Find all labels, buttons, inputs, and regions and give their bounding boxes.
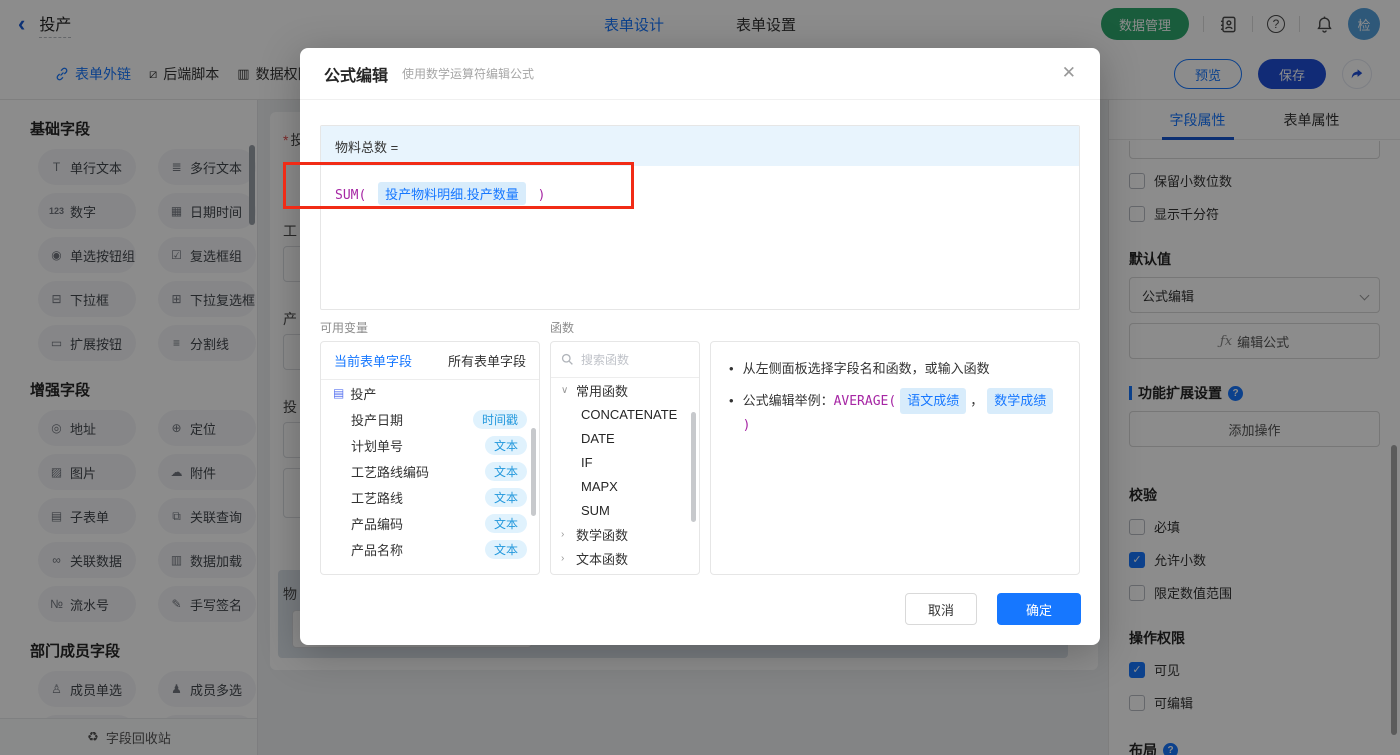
field-type-tag: 文本 <box>484 539 527 559</box>
cancel-button[interactable]: 取消 <box>905 593 977 625</box>
functions-panel: ∨ 常用函数 CONCATENATE DATE IF MAPX SUM › 数学… <box>550 341 700 575</box>
modal-header: 公式编辑 使用数学运算符编辑公式 ✕ <box>300 48 1100 100</box>
chevron-down-icon: ∨ <box>561 384 569 396</box>
function-group-text[interactable]: › 文本函数 <box>551 546 699 570</box>
function-search-box[interactable] <box>551 342 699 378</box>
example-field-chip: 数学成绩 <box>987 388 1054 414</box>
tab-all-form-fields[interactable]: 所有表单字段 <box>448 351 526 370</box>
field-type-tag: 文本 <box>484 513 527 533</box>
confirm-button[interactable]: 确定 <box>997 593 1081 625</box>
app-window: ‹ 投产 表单设计 表单设置 数据管理 ? 检 表单外链 ⧄ 后端脚本 ▥ 数据… <box>0 0 1400 755</box>
modal-subtitle: 使用数学运算符编辑公式 <box>402 67 535 81</box>
variables-label: 可用变量 <box>320 321 369 335</box>
formula-expression[interactable]: SUM( 投产物料明细.投产数量 ) <box>321 166 1079 221</box>
functions-scrollbar[interactable] <box>691 412 696 522</box>
close-icon[interactable]: ✕ <box>1062 64 1076 81</box>
chevron-right-icon: › <box>561 528 565 540</box>
field-type-tag: 文本 <box>484 435 527 455</box>
variable-field-row[interactable]: 产品名称 文本 <box>321 536 539 562</box>
variables-scrollbar[interactable] <box>531 428 536 516</box>
modal-footer: 取消 确定 <box>905 593 1081 625</box>
function-item[interactable]: IF <box>551 450 699 474</box>
example-field-chip: 语文成绩 <box>900 388 967 414</box>
variable-field-row[interactable]: 投产日期 时间戳 <box>321 406 539 432</box>
variable-field-row[interactable]: 产品编码 文本 <box>321 510 539 536</box>
field-type-tag: 文本 <box>484 461 527 481</box>
field-type-tag: 时间戳 <box>472 409 527 429</box>
form-doc-icon: ▤ <box>333 386 345 400</box>
variable-field-row[interactable]: 计划单号 文本 <box>321 432 539 458</box>
function-group-common[interactable]: ∨ 常用函数 <box>551 378 699 402</box>
function-item[interactable]: SUM <box>551 498 699 522</box>
formula-target-bar: 物料总数 = <box>321 126 1079 166</box>
formula-editor[interactable]: 物料总数 = SUM( 投产物料明细.投产数量 ) <box>320 125 1080 310</box>
formula-help-panel: • 从左侧面板选择字段名和函数，或输入函数 • 公式编辑举例：AVERAGE(语… <box>710 341 1080 575</box>
chevron-right-icon: › <box>561 552 565 564</box>
variables-panel: 当前表单字段 所有表单字段 ▤ 投产 投产日期 时间戳 计划单号 文本 工艺路线… <box>320 341 540 575</box>
formula-function-close: ) <box>537 188 546 203</box>
modal-title: 公式编辑 <box>324 67 389 85</box>
variable-field-row[interactable]: 工艺路线 文本 <box>321 484 539 510</box>
formula-edit-modal: 公式编辑 使用数学运算符编辑公式 ✕ 物料总数 = SUM( 投产物料明细.投产… <box>300 48 1100 645</box>
function-item[interactable]: DATE <box>551 426 699 450</box>
function-group-math[interactable]: › 数学函数 <box>551 522 699 546</box>
variables-tabs: 当前表单字段 所有表单字段 <box>321 342 539 380</box>
search-icon <box>561 353 573 365</box>
function-item[interactable]: CONCATENATE <box>551 402 699 426</box>
field-chip[interactable]: 投产物料明细.投产数量 <box>378 182 526 205</box>
variable-field-row[interactable]: 工艺路线编码 文本 <box>321 458 539 484</box>
variables-form-node[interactable]: ▤ 投产 <box>321 380 539 406</box>
function-search-input[interactable] <box>581 352 676 367</box>
help-line-1: • 从左侧面板选择字段名和函数，或输入函数 <box>729 361 990 376</box>
tab-current-form-fields[interactable]: 当前表单字段 <box>334 351 412 370</box>
help-line-2: • 公式编辑举例：AVERAGE(语文成绩，数学成绩) <box>729 388 1061 437</box>
formula-function-open: SUM( <box>335 188 367 203</box>
functions-label: 函数 <box>550 321 575 335</box>
function-item[interactable]: MAPX <box>551 474 699 498</box>
field-type-tag: 文本 <box>484 487 527 507</box>
